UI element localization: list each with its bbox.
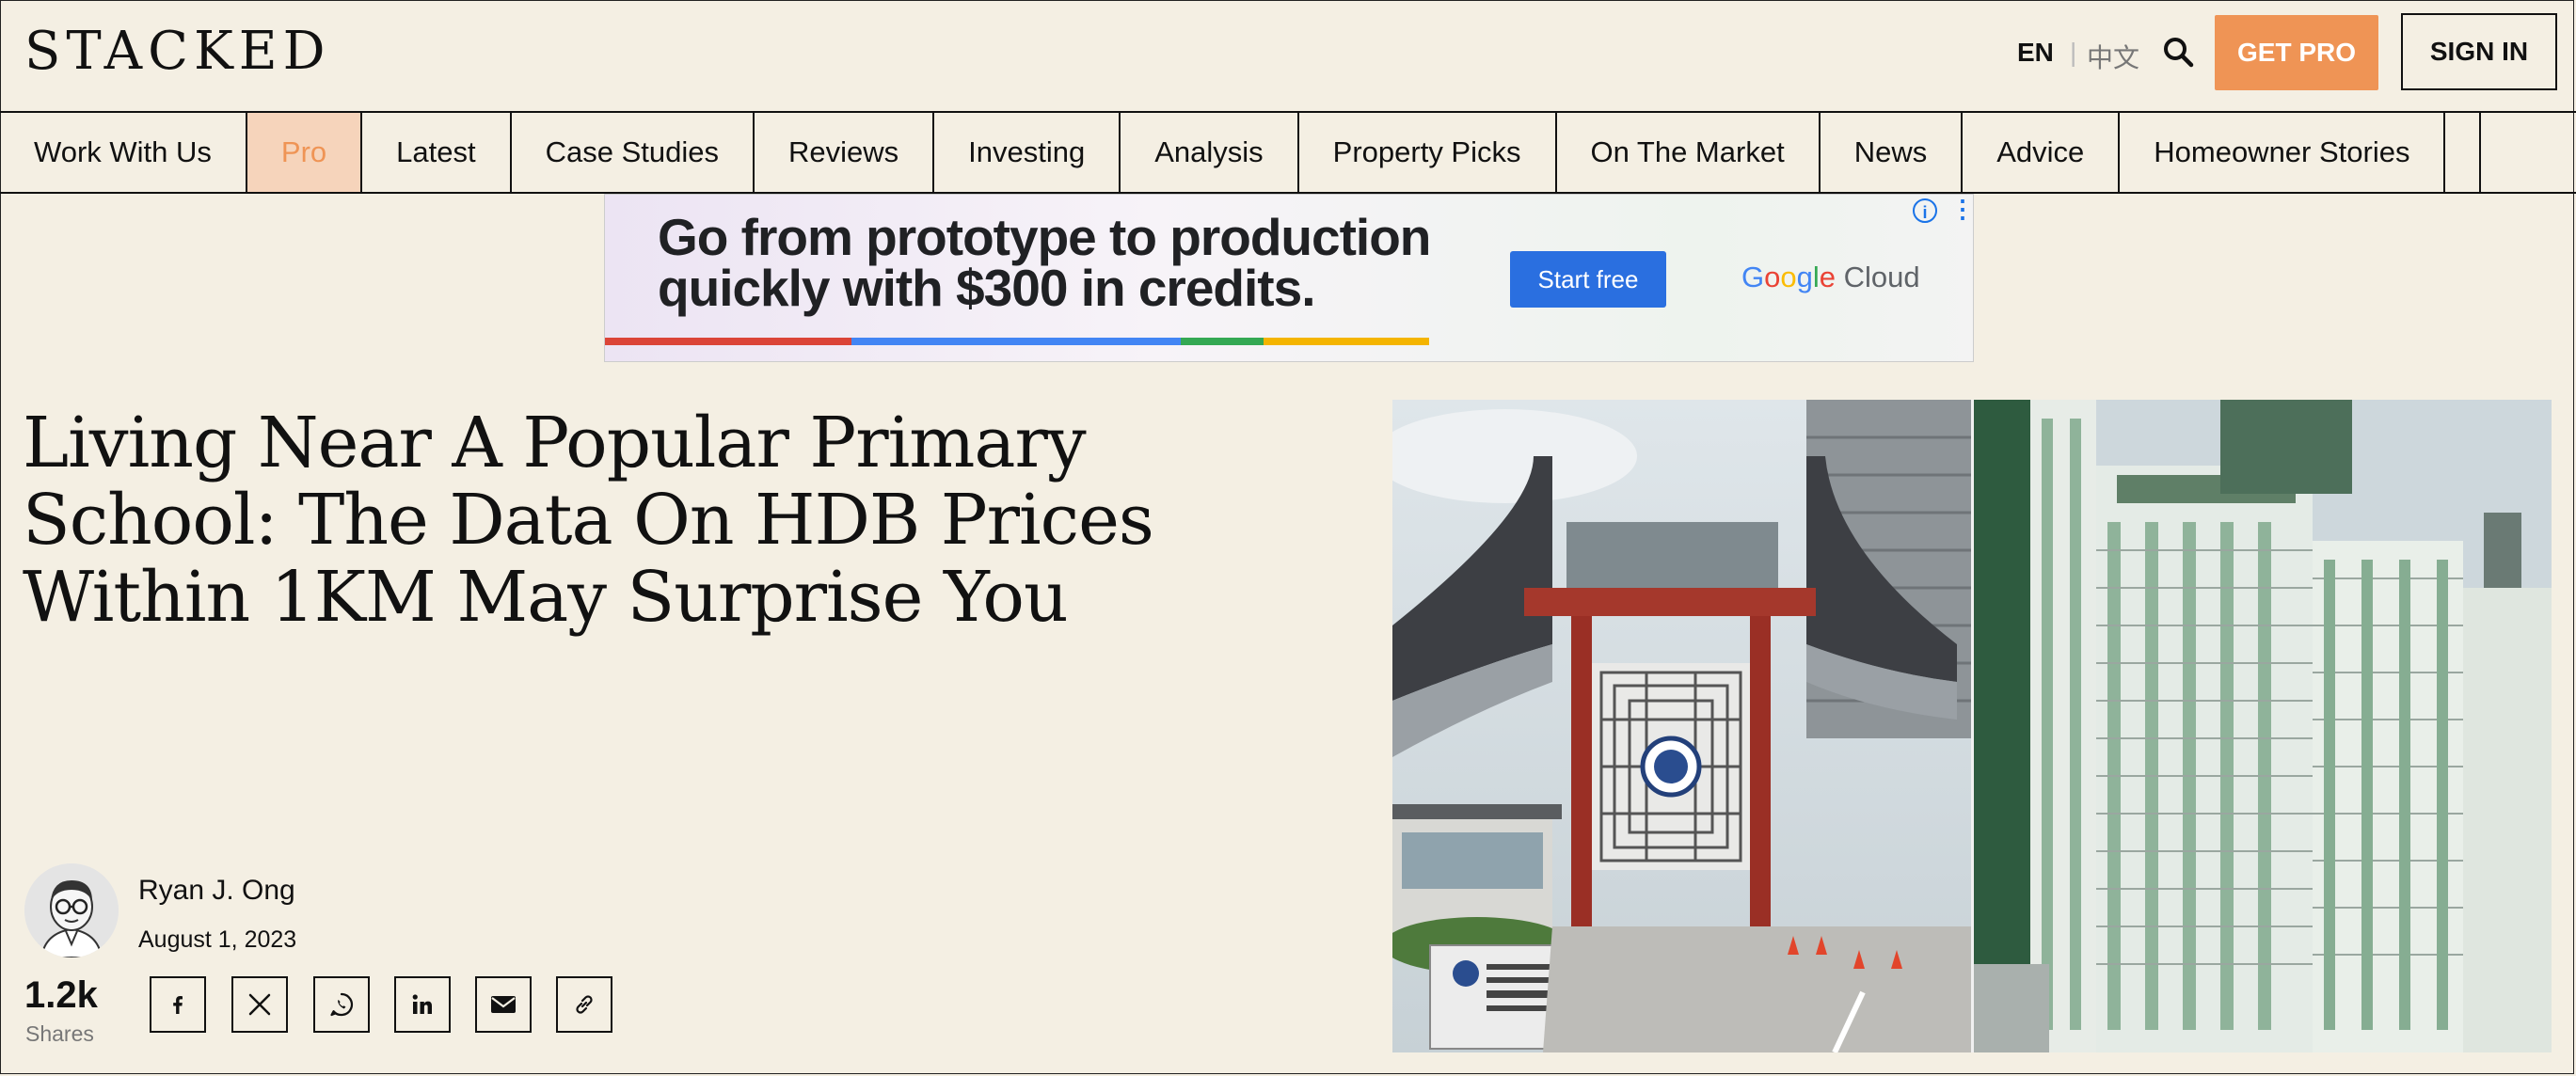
language-en[interactable]: EN [2017, 38, 2054, 68]
ad-headline: Go from prototype to production quickly … [658, 208, 1431, 317]
share-x-button[interactable] [231, 976, 288, 1033]
email-icon [491, 996, 516, 1013]
language-zh[interactable]: 中文 [2087, 38, 2139, 75]
shares-count: 1.2k [24, 974, 98, 1016]
facebook-icon [173, 996, 183, 1014]
copy-link-button[interactable] [556, 976, 612, 1033]
nav-item-advice[interactable]: Advice [1963, 113, 2121, 192]
ad-color-bar [1181, 338, 1264, 345]
language-separator: | [2070, 38, 2077, 67]
nav-item-overflow[interactable] [2445, 113, 2482, 192]
author-portrait-icon [24, 863, 119, 957]
main-nav: Work With Us Pro Latest Case Studies Rev… [0, 111, 2576, 194]
ad-more-icon[interactable]: ⋮ [1950, 197, 1973, 221]
author-name[interactable]: Ryan J. Ong [138, 875, 295, 907]
site-header: STACKED EN | 中文 GET PRO SIGN IN [0, 0, 2576, 111]
ad-headline-line1: Go from prototype to production [658, 208, 1431, 266]
sign-in-button[interactable]: SIGN IN [2401, 13, 2557, 90]
ad-headline-line2: quickly with $300 in credits. [658, 259, 1316, 317]
ad-color-bar [605, 338, 851, 345]
advertisement-banner[interactable]: Go from prototype to production quickly … [604, 194, 1974, 362]
google-cloud-logo: Google Cloud [1741, 261, 1920, 293]
article-title: Living Near A Popular Primary School: Th… [23, 403, 1154, 638]
ad-info-icon[interactable]: i [1913, 198, 1937, 223]
nav-item-investing[interactable]: Investing [934, 113, 1121, 192]
nav-item-property-picks[interactable]: Property Picks [1299, 113, 1557, 192]
x-icon [248, 993, 271, 1016]
nav-item-work-with-us[interactable]: Work With Us [0, 113, 247, 192]
share-facebook-button[interactable] [150, 976, 206, 1033]
author-avatar[interactable] [24, 863, 119, 957]
school-and-hdb-photo [1392, 400, 2552, 1052]
share-linkedin-button[interactable] [394, 976, 451, 1033]
whatsapp-icon [330, 992, 354, 1017]
nav-item-case-studies[interactable]: Case Studies [512, 113, 755, 192]
nav-item-news[interactable]: News [1821, 113, 1964, 192]
publish-date: August 1, 2023 [138, 926, 297, 953]
share-whatsapp-button[interactable] [313, 976, 370, 1033]
hero-image [1392, 400, 2552, 1052]
shares-label: Shares [25, 1021, 94, 1046]
nav-item-on-the-market[interactable]: On The Market [1557, 113, 1821, 192]
search-icon[interactable] [2162, 36, 2194, 68]
nav-item-pro[interactable]: Pro [246, 113, 363, 192]
ad-color-bar [851, 338, 1181, 345]
get-pro-button[interactable]: GET PRO [2215, 15, 2378, 90]
linkedin-icon [412, 994, 432, 1014]
share-email-button[interactable] [475, 976, 532, 1033]
site-logo[interactable]: STACKED [24, 21, 331, 82]
nav-item-reviews[interactable]: Reviews [755, 113, 935, 192]
nav-item-latest[interactable]: Latest [362, 113, 512, 192]
nav-item-homeowner-stories[interactable]: Homeowner Stories [2120, 113, 2446, 192]
nav-item-analysis[interactable]: Analysis [1121, 113, 1299, 192]
ad-color-bar [1264, 338, 1429, 345]
ad-start-free-button[interactable]: Start free [1510, 251, 1666, 308]
link-icon [576, 995, 593, 1014]
